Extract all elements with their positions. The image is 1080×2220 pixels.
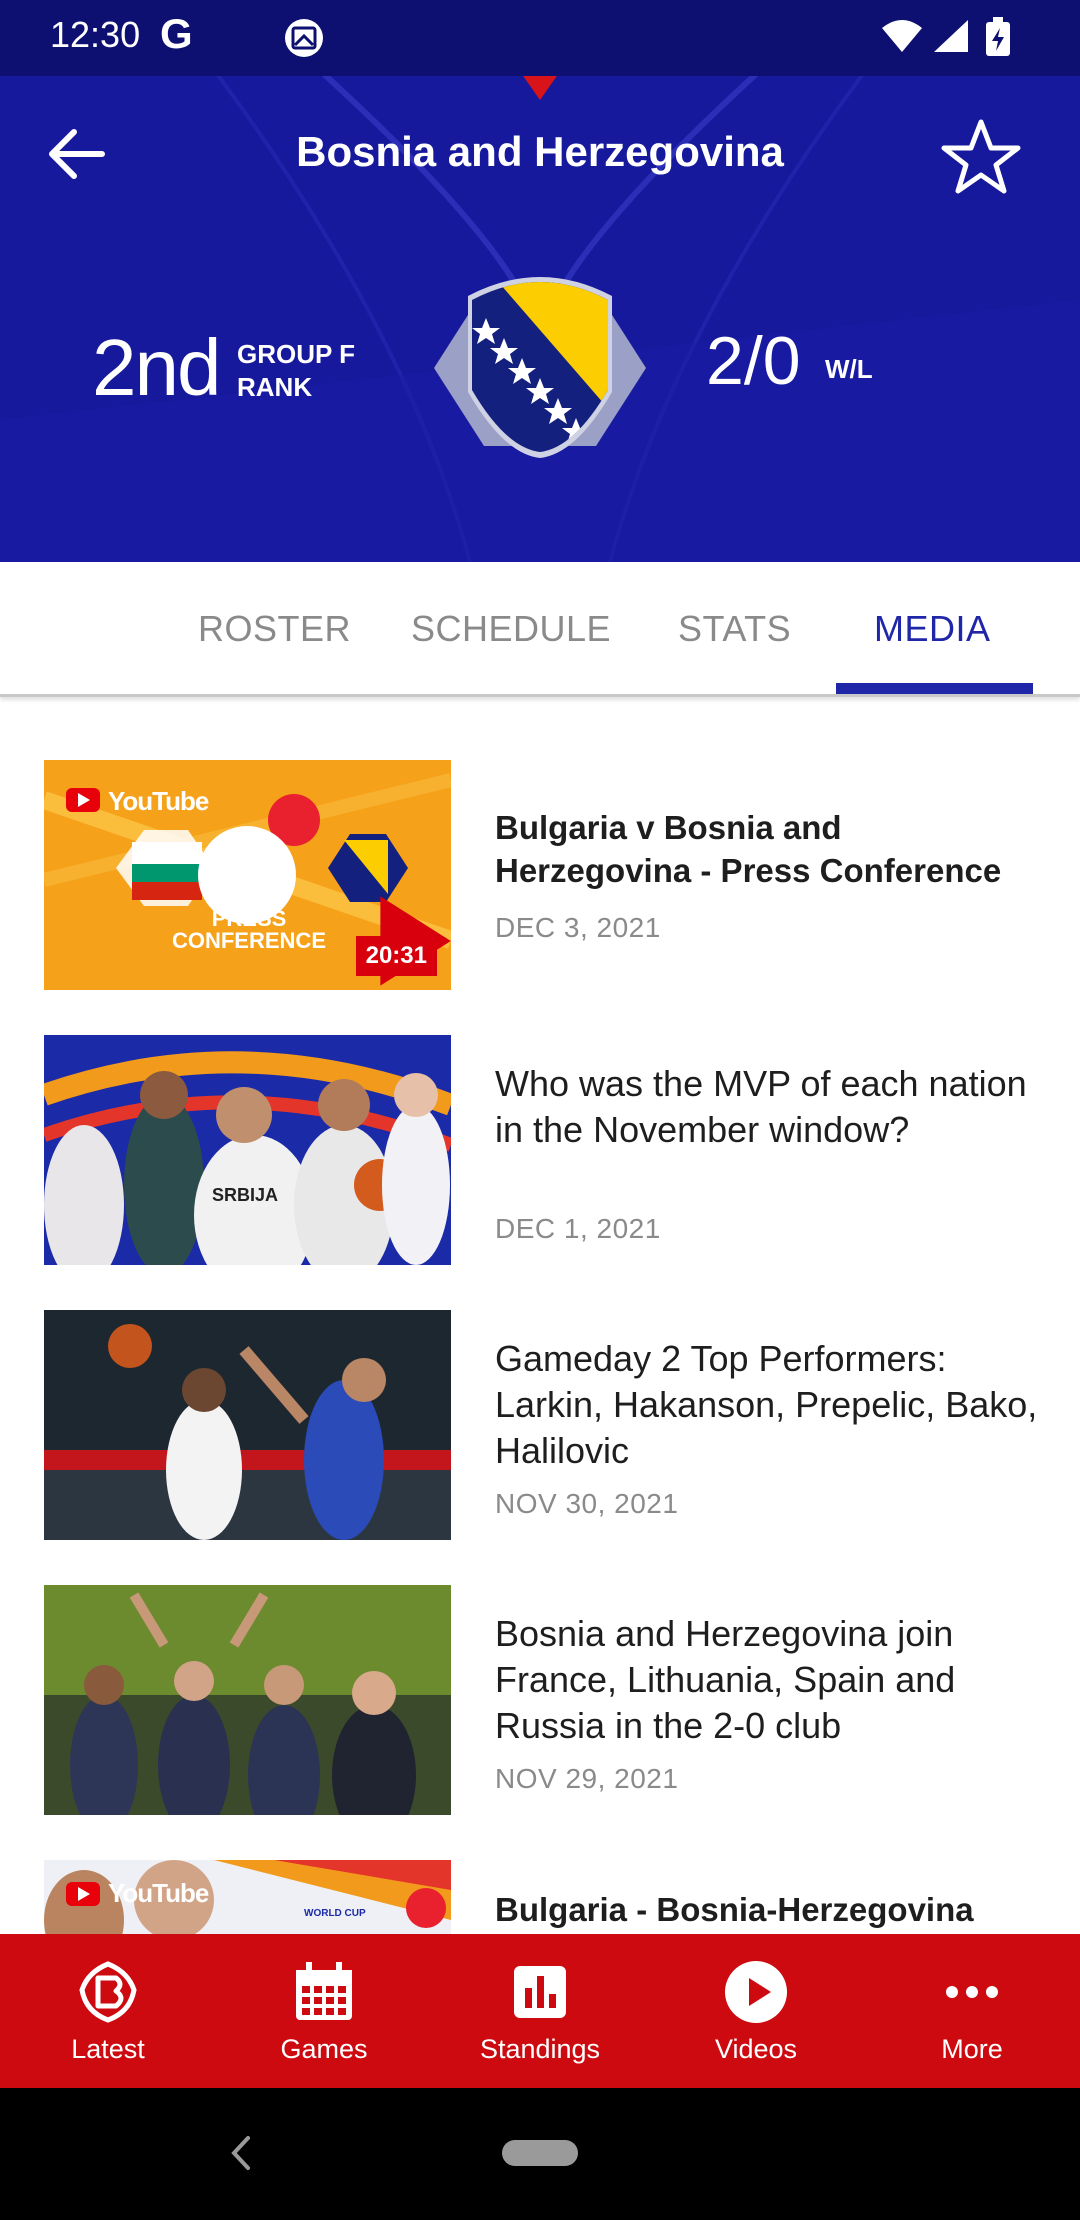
media-date: NOV 30, 2021 [495, 1488, 679, 1519]
media-title: Bulgaria - Bosnia-Herzegovina [495, 1891, 974, 1928]
nav-label: More [941, 2034, 1003, 2064]
bottom-navigation: Latest Games Standings Videos More [0, 1934, 1080, 2088]
media-list: YouTube PRESS CONFERENCE 20:31 Bulgaria … [0, 698, 1080, 1934]
nav-videos[interactable]: Videos [648, 1934, 864, 2088]
world-cup-label: WORLD CUP [304, 1908, 366, 1919]
nav-label: Standings [479, 2034, 601, 2064]
media-item-2-0-club[interactable]: Bosnia and Herzegovina join France, Lith… [0, 1585, 1080, 1817]
group-rank-label: GROUP F RANK [237, 339, 355, 402]
fiba-logo-icon [79, 1961, 137, 2023]
jersey-text: SRBIJA [212, 1185, 279, 1205]
media-item-top-performers[interactable]: Gameday 2 Top Performers: Larkin, Hakans… [0, 1310, 1080, 1542]
video-thumbnail: YouTube PRESS CONFERENCE 20:31 [44, 760, 451, 990]
signal-icon [934, 20, 968, 52]
system-navigation-bar [0, 2088, 1080, 2220]
calendar-icon [296, 1962, 352, 2020]
nav-standings[interactable]: Standings [432, 1934, 648, 2088]
tab-stats[interactable]: STATS [678, 608, 791, 650]
media-date: DEC 1, 2021 [495, 1213, 661, 1244]
article-thumbnail [44, 1310, 451, 1540]
more-dots-icon [946, 1986, 998, 1998]
page-title: Bosnia and Herzegovina [296, 128, 784, 175]
tab-roster[interactable]: ROSTER [198, 608, 351, 650]
nav-label: Games [280, 2034, 368, 2064]
video-thumbnail: YouTube WORLD CUP [44, 1860, 451, 1934]
article-thumbnail [44, 1585, 451, 1815]
media-item-press-conference[interactable]: YouTube PRESS CONFERENCE 20:31 Bulgaria … [0, 760, 1080, 992]
nav-label: Latest [71, 2034, 145, 2064]
thumbnail-image [44, 1860, 451, 1934]
tab-media[interactable]: MEDIA [874, 608, 991, 650]
play-circle-icon [725, 1961, 787, 2023]
press-conference-overlay: PRESS CONFERENCE [171, 906, 326, 953]
thumbnail-image [44, 1310, 451, 1540]
team-header: 12:30 G Bosnia and Herzegovina 2nd GROUP… [0, 0, 1080, 562]
wifi-icon [882, 20, 922, 52]
win-loss-value: 2/0 [706, 323, 801, 399]
team-flag-crest [434, 277, 646, 458]
media-title: Who was the MVP of each nation in the No… [495, 1063, 1027, 1150]
media-date: DEC 3, 2021 [495, 912, 661, 943]
status-time: 12:30 [50, 14, 141, 55]
media-date: NOV 29, 2021 [495, 1763, 679, 1794]
nav-label: Videos [714, 2034, 798, 2064]
team-tabs: ROSTER SCHEDULE STATS MEDIA [0, 562, 1080, 697]
system-home-pill[interactable] [502, 2140, 578, 2166]
bar-chart-icon [514, 1966, 566, 2018]
system-back-icon[interactable] [224, 2130, 256, 2176]
status-bar: 12:30 G [0, 0, 1080, 76]
screenshot-notification-icon [285, 19, 323, 57]
nav-more[interactable]: More [864, 1934, 1080, 2088]
group-rank-value: 2nd [92, 323, 221, 412]
media-title: Bulgaria v Bosnia and Herzegovina - Pres… [495, 809, 1002, 889]
favorite-star-button[interactable] [940, 118, 1022, 194]
google-icon: G [160, 10, 193, 57]
battery-icon [986, 17, 1010, 56]
nav-latest[interactable]: Latest [0, 1934, 216, 2088]
win-loss-label: W/L [825, 354, 873, 384]
youtube-label: YouTube [108, 1878, 209, 1908]
media-item-bulgaria-bih[interactable]: YouTube WORLD CUP Bulgaria - Bosnia-Herz… [0, 1860, 1080, 1934]
status-icons [882, 17, 1010, 56]
thumbnail-image [44, 1035, 451, 1265]
media-title: Bosnia and Herzegovina join France, Lith… [495, 1613, 956, 1746]
tab-schedule[interactable]: SCHEDULE [411, 608, 611, 650]
media-title: Gameday 2 Top Performers: Larkin, Hakans… [495, 1338, 1038, 1471]
youtube-label: YouTube [108, 786, 209, 816]
article-thumbnail: SRBIJA [44, 1035, 451, 1265]
nav-games[interactable]: Games [216, 1934, 432, 2088]
thumbnail-image [44, 1585, 451, 1815]
media-item-mvp[interactable]: SRBIJA Who was the MVP of each nation in… [0, 1035, 1080, 1267]
active-tab-indicator [836, 683, 1033, 694]
video-duration-badge: 20:31 [355, 936, 437, 976]
